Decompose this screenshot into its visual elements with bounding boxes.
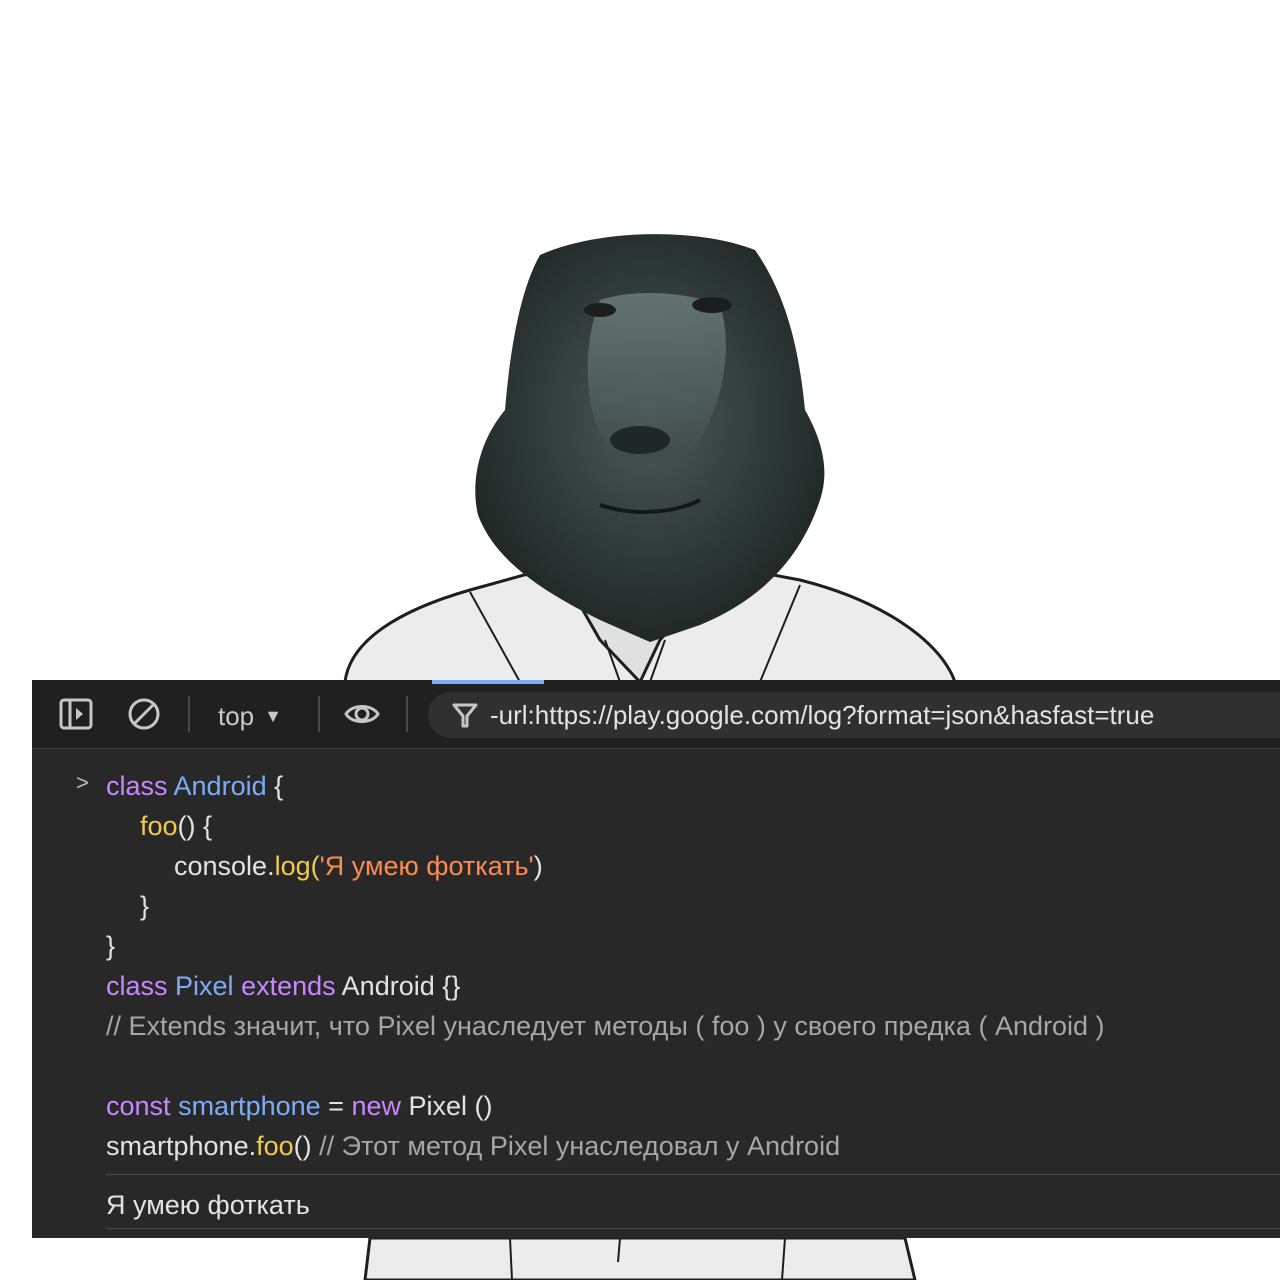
filter-field[interactable]: -url:https://play.google.com/log?format=… xyxy=(428,692,1280,738)
keyword: class xyxy=(106,771,168,801)
console-toolbar: top ▼ -url:https://play.google.com/log?fo… xyxy=(32,680,1280,749)
code-line: class Pixel extends Android {} xyxy=(106,966,460,1006)
code-text: () { xyxy=(177,811,213,841)
object-name: console. xyxy=(174,851,275,881)
code-text: = xyxy=(320,1091,352,1121)
code-line: console.log('Я умею фоткать') xyxy=(174,846,543,886)
code-line: // Extends значит, что Pixel унаследует … xyxy=(106,1006,1105,1046)
filter-input[interactable]: -url:https://play.google.com/log?format=… xyxy=(490,694,1154,736)
variable-name: smartphone xyxy=(178,1091,321,1121)
class-name: Pixel xyxy=(175,971,234,1001)
keyword: const xyxy=(106,1091,171,1121)
expand-arrow-icon[interactable]: > xyxy=(76,770,89,796)
string-literal: 'Я умею фоткать' xyxy=(319,851,534,881)
paren: ) xyxy=(533,851,543,881)
keyword: extends xyxy=(241,971,336,1001)
code-line: smartphone.foo() // Этот метод Pixel уна… xyxy=(106,1126,840,1166)
active-tab-indicator xyxy=(432,680,544,684)
toolbar-divider xyxy=(188,696,190,732)
code-text: } xyxy=(140,891,150,921)
code-text: } xyxy=(106,931,116,961)
console-divider xyxy=(106,1228,1280,1229)
code-text: () xyxy=(293,1131,312,1161)
paren: ( xyxy=(310,851,320,881)
code-line: class Android { xyxy=(106,766,283,806)
keyword: class xyxy=(106,971,168,1001)
object-name: smartphone. xyxy=(106,1131,257,1161)
comment: // Extends значит, что Pixel унаследует … xyxy=(106,1011,1105,1041)
eye-icon[interactable] xyxy=(344,696,380,732)
comment: // Этот метод Pixel унаследовал у Androi… xyxy=(311,1131,841,1161)
context-selector[interactable]: top ▼ xyxy=(218,698,282,734)
code-line: } xyxy=(140,886,149,926)
filter-icon xyxy=(450,700,480,730)
code-line: const smartphone = new Pixel () xyxy=(106,1086,492,1126)
sidebar-toggle-icon[interactable] xyxy=(58,696,94,732)
code-text: { xyxy=(266,771,284,801)
context-label: top xyxy=(218,701,255,731)
function-name: foo xyxy=(256,1131,294,1161)
console-output-message: Я умею фоткать xyxy=(106,1190,310,1220)
code-text: Pixel () xyxy=(400,1091,493,1121)
class-name: Android xyxy=(173,771,267,801)
code-line: } xyxy=(106,926,115,966)
chevron-down-icon: ▼ xyxy=(264,706,282,726)
lab-coat-bottom xyxy=(363,1236,917,1280)
function-name: log xyxy=(274,851,311,881)
keyword: new xyxy=(351,1091,401,1121)
toolbar-divider xyxy=(406,696,408,732)
code-text: Android {} xyxy=(335,971,461,1001)
toolbar-divider xyxy=(318,696,320,732)
clear-console-icon[interactable] xyxy=(126,696,162,732)
code-line: foo() { xyxy=(140,806,212,846)
console-divider xyxy=(106,1174,1280,1175)
devtools-console: top ▼ -url:https://play.google.com/log?fo… xyxy=(32,680,1280,1238)
function-name: foo xyxy=(140,811,178,841)
